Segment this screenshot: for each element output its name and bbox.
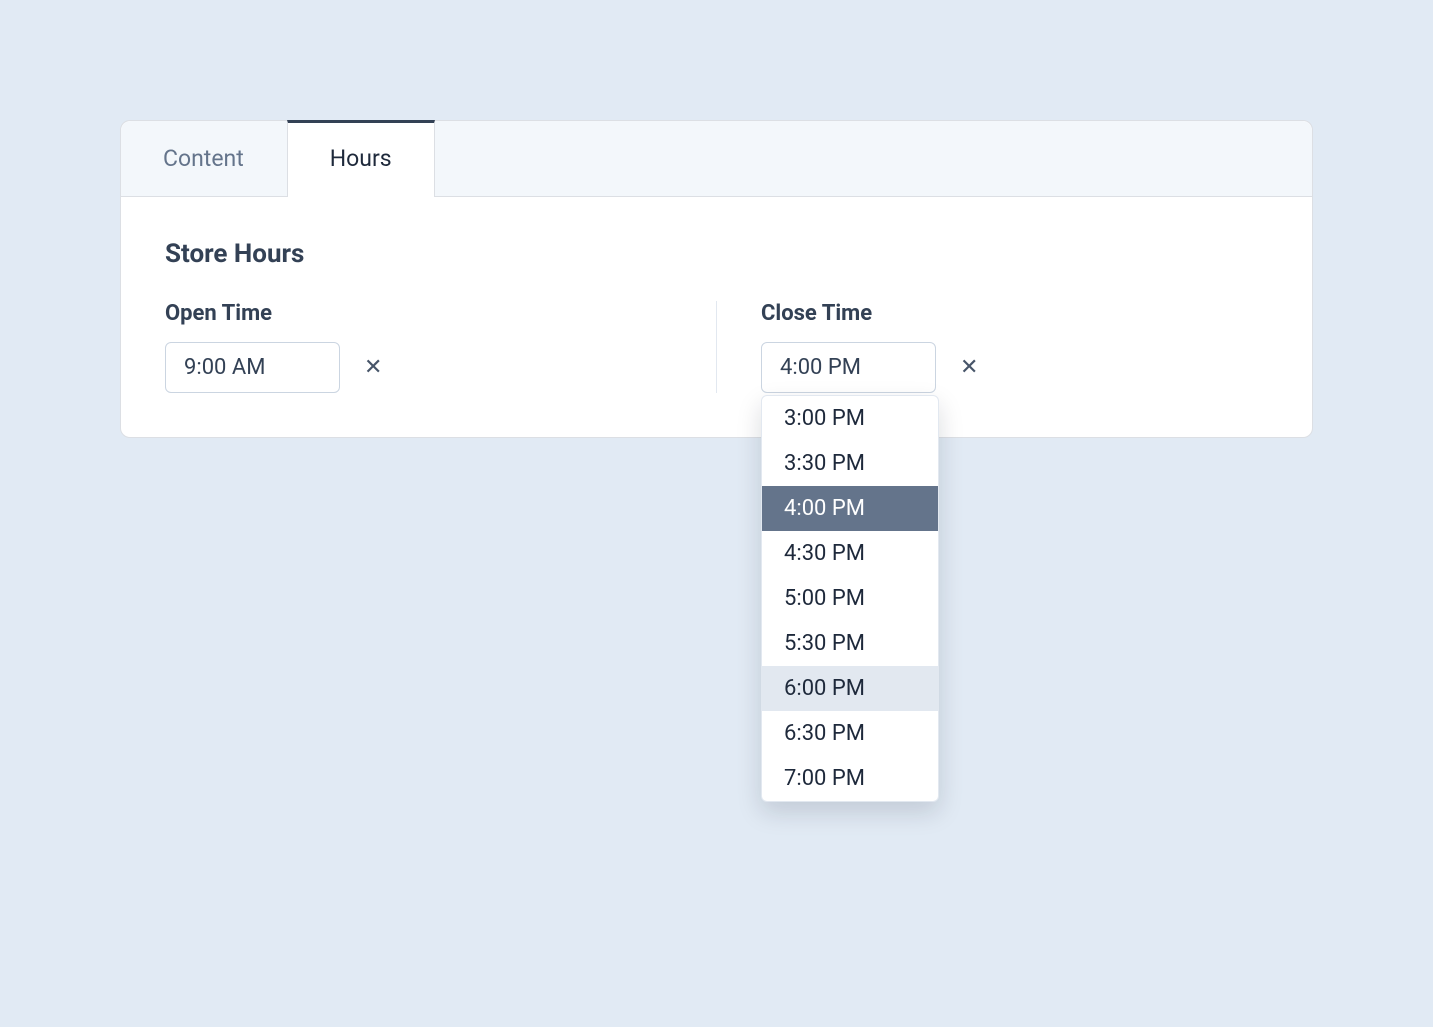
dropdown-option[interactable]: 4:00 PM [762, 486, 938, 531]
tab-content[interactable]: Content [121, 121, 287, 196]
close-time-input-row: 4:00 PM ✕ [761, 342, 1268, 393]
close-time-field: Close Time 4:00 PM ✕ 3:00 PM3:30 PM4:00 … [716, 301, 1268, 393]
dropdown-option[interactable]: 3:00 PM [762, 396, 938, 441]
dropdown-option[interactable]: 6:00 PM [762, 666, 938, 711]
tab-hours[interactable]: Hours [287, 120, 435, 197]
hours-panel: Store Hours Open Time 9:00 AM ✕ Close Ti… [121, 197, 1312, 437]
tab-bar: Content Hours [121, 121, 1312, 197]
open-time-field: Open Time 9:00 AM ✕ [165, 301, 716, 393]
open-time-input-row: 9:00 AM ✕ [165, 342, 672, 393]
close-time-input[interactable]: 4:00 PM [761, 342, 936, 393]
dropdown-option[interactable]: 6:30 PM [762, 711, 938, 756]
dropdown-option[interactable]: 3:30 PM [762, 441, 938, 486]
open-time-label: Open Time [165, 301, 672, 326]
open-time-input[interactable]: 9:00 AM [165, 342, 340, 393]
close-icon[interactable]: ✕ [960, 357, 978, 379]
close-time-label: Close Time [761, 301, 1268, 326]
close-icon[interactable]: ✕ [364, 357, 382, 379]
dropdown-option[interactable]: 7:00 PM [762, 756, 938, 801]
dropdown-option[interactable]: 5:00 PM [762, 576, 938, 621]
close-time-dropdown: 3:00 PM3:30 PM4:00 PM4:30 PM5:00 PM5:30 … [761, 395, 939, 802]
dropdown-option[interactable]: 5:30 PM [762, 621, 938, 666]
fields-row: Open Time 9:00 AM ✕ Close Time 4:00 PM ✕… [165, 301, 1268, 393]
section-title: Store Hours [165, 239, 1268, 269]
dropdown-option[interactable]: 4:30 PM [762, 531, 938, 576]
settings-card: Content Hours Store Hours Open Time 9:00… [120, 120, 1313, 438]
